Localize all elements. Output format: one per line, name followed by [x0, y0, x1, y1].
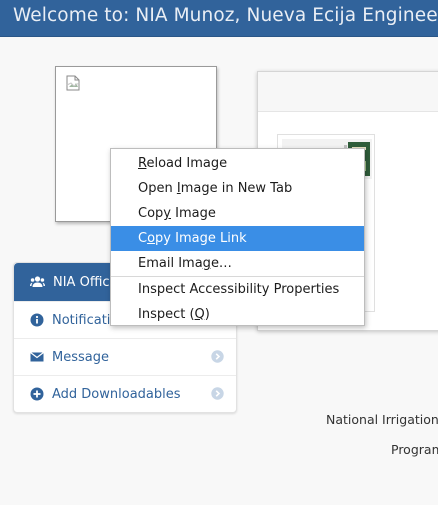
users-icon: [30, 276, 45, 287]
sidebar-item-message[interactable]: Message: [14, 338, 236, 375]
menu-item-inspect-accessibility[interactable]: Inspect Accessibility Properties: [111, 277, 364, 302]
panel-header: [258, 72, 438, 112]
footer-program-text: Program: [391, 442, 438, 457]
menu-item-copy-image[interactable]: Copy Image: [111, 201, 364, 226]
menu-item-reload-image[interactable]: Reload Image: [111, 151, 364, 176]
chevron-right-icon: [211, 387, 224, 400]
context-menu: Reload Image Open Image in New Tab Copy …: [110, 148, 365, 326]
menu-item-copy-image-link[interactable]: Copy Image Link: [111, 226, 364, 251]
sidebar-item-add-downloadables[interactable]: Add Downloadables: [14, 375, 236, 412]
footer-agency-name: National Irrigation A: [326, 412, 438, 427]
menu-item-open-image-new-tab[interactable]: Open Image in New Tab: [111, 176, 364, 201]
top-navbar: Welcome to: NIA Munoz, Nueva Ecija Engin…: [0, 0, 438, 37]
sidebar-item-label: Message: [52, 349, 109, 365]
navbar-brand[interactable]: Welcome to: NIA Munoz, Nueva Ecija Engin…: [13, 5, 438, 26]
menu-item-email-image[interactable]: Email Image…: [111, 251, 364, 276]
menu-item-inspect[interactable]: Inspect (Q): [111, 302, 364, 327]
info-circle-icon: [30, 313, 44, 327]
broken-image-icon: [66, 75, 80, 91]
sidebar-header-label: NIA Office: [53, 274, 118, 290]
plus-circle-icon: [30, 387, 44, 401]
sidebar-item-label: Add Downloadables: [52, 386, 181, 402]
envelope-icon: [30, 352, 44, 362]
chevron-right-icon: [211, 350, 224, 363]
